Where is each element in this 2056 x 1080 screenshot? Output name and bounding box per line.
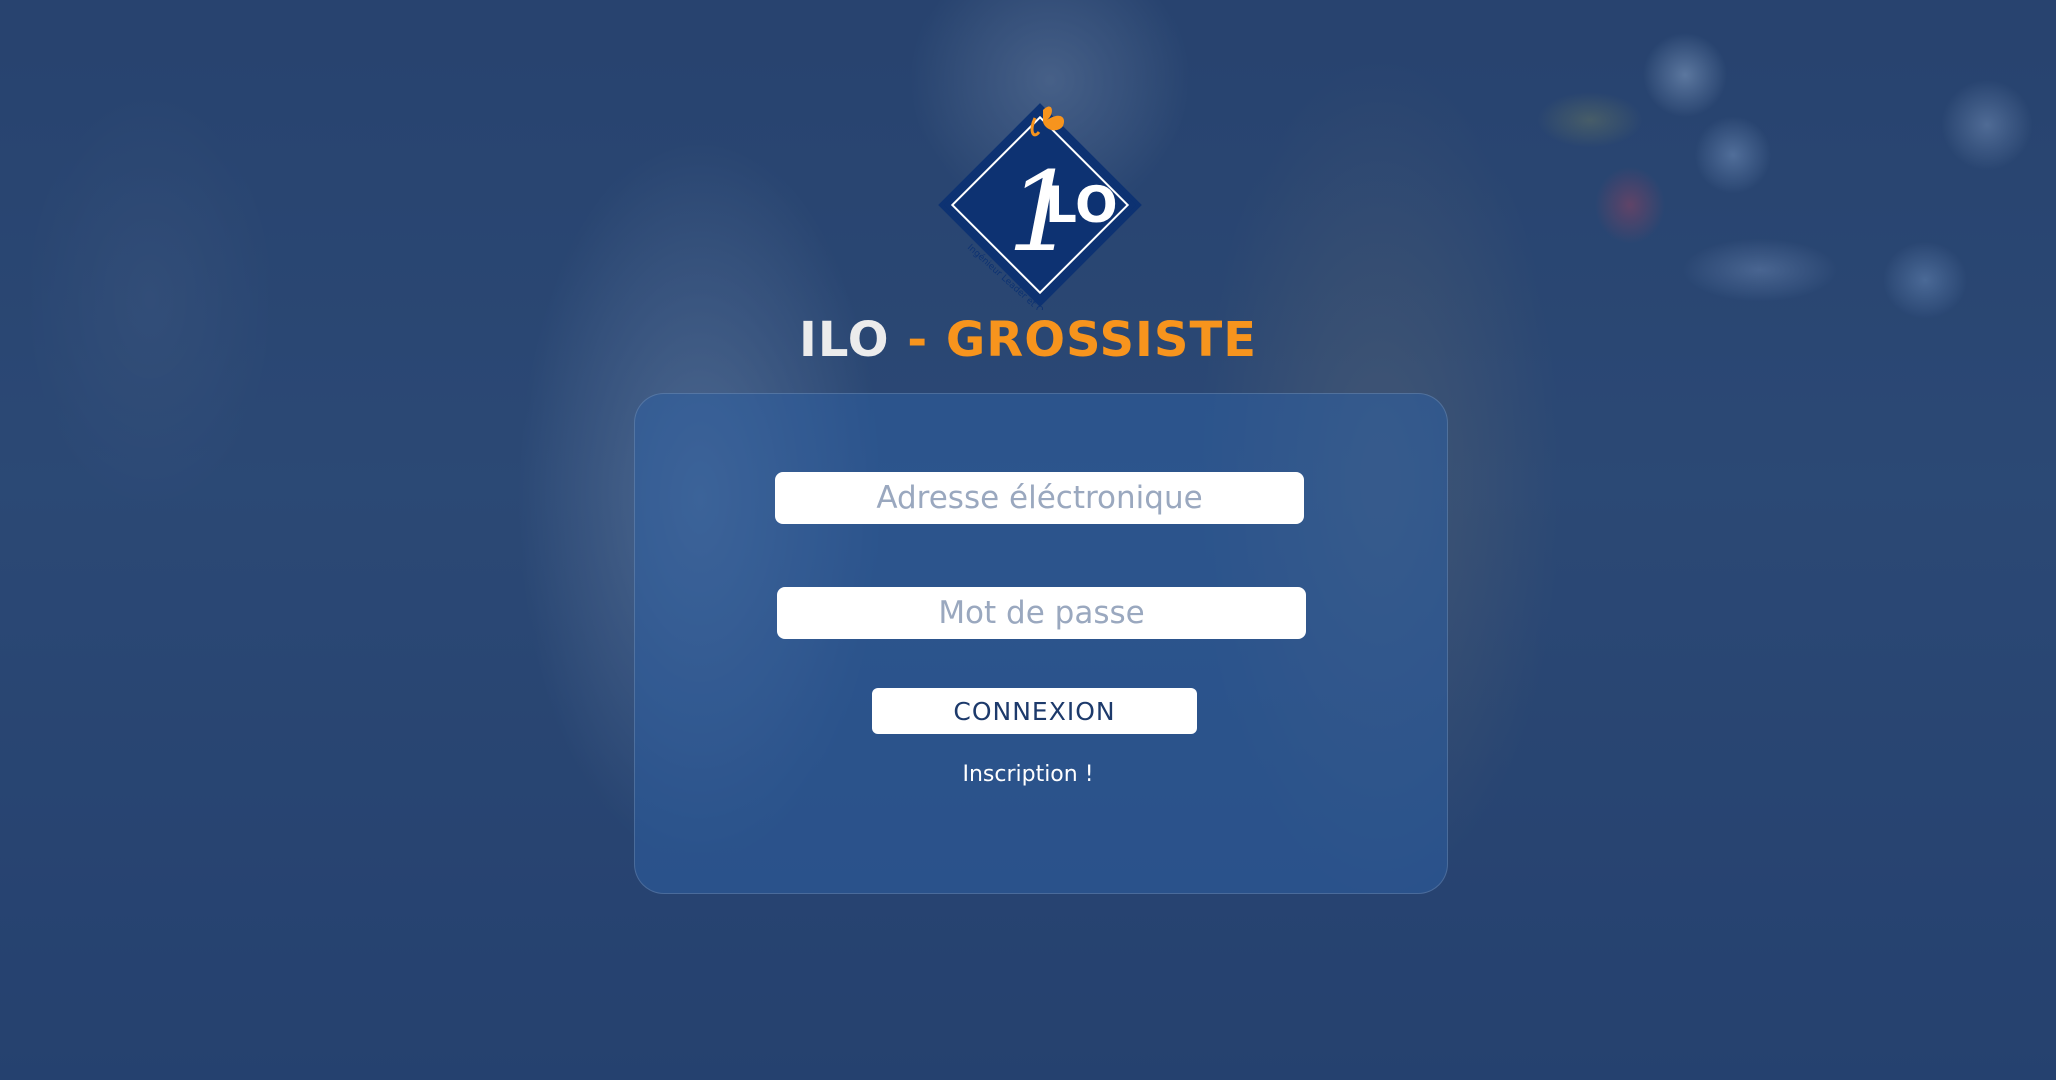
page-title: ILO - GROSSISTE	[0, 312, 2056, 368]
register-link[interactable]: Inscription !	[0, 762, 2056, 787]
login-card	[634, 393, 1448, 894]
email-field[interactable]	[775, 472, 1304, 524]
title-brand: ILO	[799, 312, 890, 368]
password-field[interactable]	[777, 587, 1306, 639]
title-role: - GROSSISTE	[889, 312, 1257, 368]
login-button[interactable]: CONNEXION	[872, 688, 1197, 734]
ilo-logo: 1 LO Ingénieur Leader et Opérationnel	[938, 103, 1142, 310]
flame-icon	[1043, 106, 1065, 131]
svg-text:LO: LO	[1045, 176, 1118, 234]
